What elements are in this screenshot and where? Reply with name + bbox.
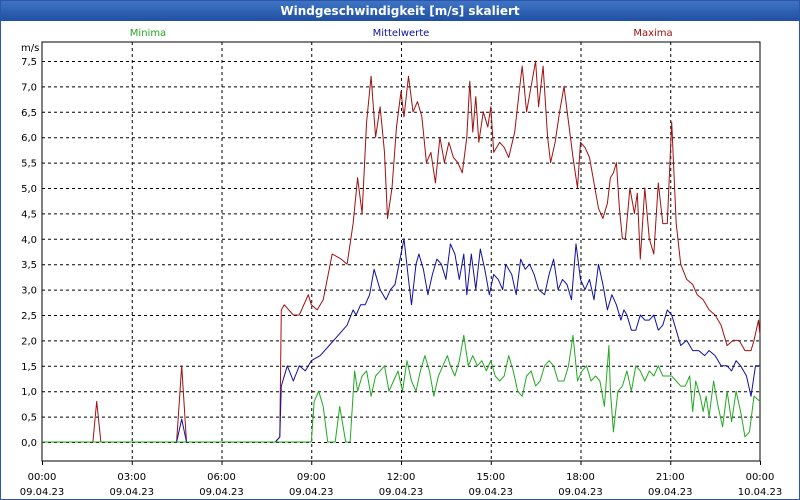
wind-speed-chart: m/s 0,0 0,5 1,0 1,5 2,0 2,5 3,0 3,5 4,0 4,5 5,0 5,5… [20, 28, 783, 498]
x-tick-date-3: 09.04.23 [289, 487, 334, 498]
y-tick-label-11: 5,5 [21, 159, 37, 170]
series-line-mittelwerte [42, 238, 760, 443]
x-tick-time-6: 18:00 [566, 472, 595, 483]
x-tick-time-4: 12:00 [387, 472, 416, 483]
x-tick-date-7: 09.04.23 [648, 487, 693, 498]
y-tick-label-8: 4,0 [21, 235, 37, 246]
x-tick-time-2: 06:00 [207, 472, 236, 483]
y-tick-label-2: 1,0 [21, 387, 37, 398]
y-tick-labels: 0,0 0,5 1,0 1,5 2,0 2,5 3,0 3,5 4,0 4,5 5,0 5,5 6,0 6… [21, 57, 37, 449]
y-tick-label-12: 6,0 [21, 133, 37, 144]
x-tick-date-0: 09.04.23 [20, 487, 65, 498]
y-tick-label-10: 5,0 [21, 184, 37, 195]
series-line-minima [42, 334, 761, 443]
y-tick-label-14: 7,0 [21, 82, 37, 93]
y-axis-unit-label: m/s [21, 43, 39, 54]
x-tick-labels: 00:00 09.04.23 03:00 09.04.23 06:00 09.04.23 0… [20, 461, 783, 498]
y-tick-label-0: 0,0 [21, 438, 37, 449]
y-tick-label-4: 2,0 [21, 336, 37, 347]
x-tick-time-5: 15:00 [476, 472, 505, 483]
x-tick-date-4: 09.04.23 [379, 487, 424, 498]
x-tick-time-7: 21:00 [656, 472, 685, 483]
x-tick-date-1: 09.04.23 [109, 487, 154, 498]
x-tick-date-5: 09.04.23 [468, 487, 513, 498]
y-tick-label-6: 3,0 [21, 286, 37, 297]
y-tick-label-1: 0,5 [21, 413, 37, 424]
x-tick-date-8: 10.04.23 [738, 487, 783, 498]
legend-label-maxima: Maxima [633, 28, 672, 39]
legend-label-minima: Minima [130, 28, 166, 39]
y-tick-label-7: 3,5 [21, 260, 37, 271]
y-tick-label-3: 1,5 [21, 362, 37, 373]
chart-window: Windgeschwindigkeit [m/s] skaliert m/s 0… [0, 0, 800, 500]
legend: Maxima Mittelwerte Minima [130, 28, 673, 39]
x-tick-date-6: 09.04.23 [558, 487, 603, 498]
x-tick-time-1: 03:00 [117, 472, 146, 483]
x-tick-date-2: 09.04.23 [199, 487, 244, 498]
legend-label-mittelwerte: Mittelwerte [373, 28, 430, 39]
series-lines [42, 60, 761, 443]
y-tick-label-15: 7,5 [21, 57, 37, 68]
y-tick-label-9: 4,5 [21, 209, 37, 220]
x-tick-time-8: 00:00 [746, 472, 775, 483]
x-tick-time-0: 00:00 [28, 472, 57, 483]
x-tick-time-3: 09:00 [297, 472, 326, 483]
y-tick-label-13: 6,5 [21, 108, 37, 119]
y-tick-label-5: 2,5 [21, 311, 37, 322]
